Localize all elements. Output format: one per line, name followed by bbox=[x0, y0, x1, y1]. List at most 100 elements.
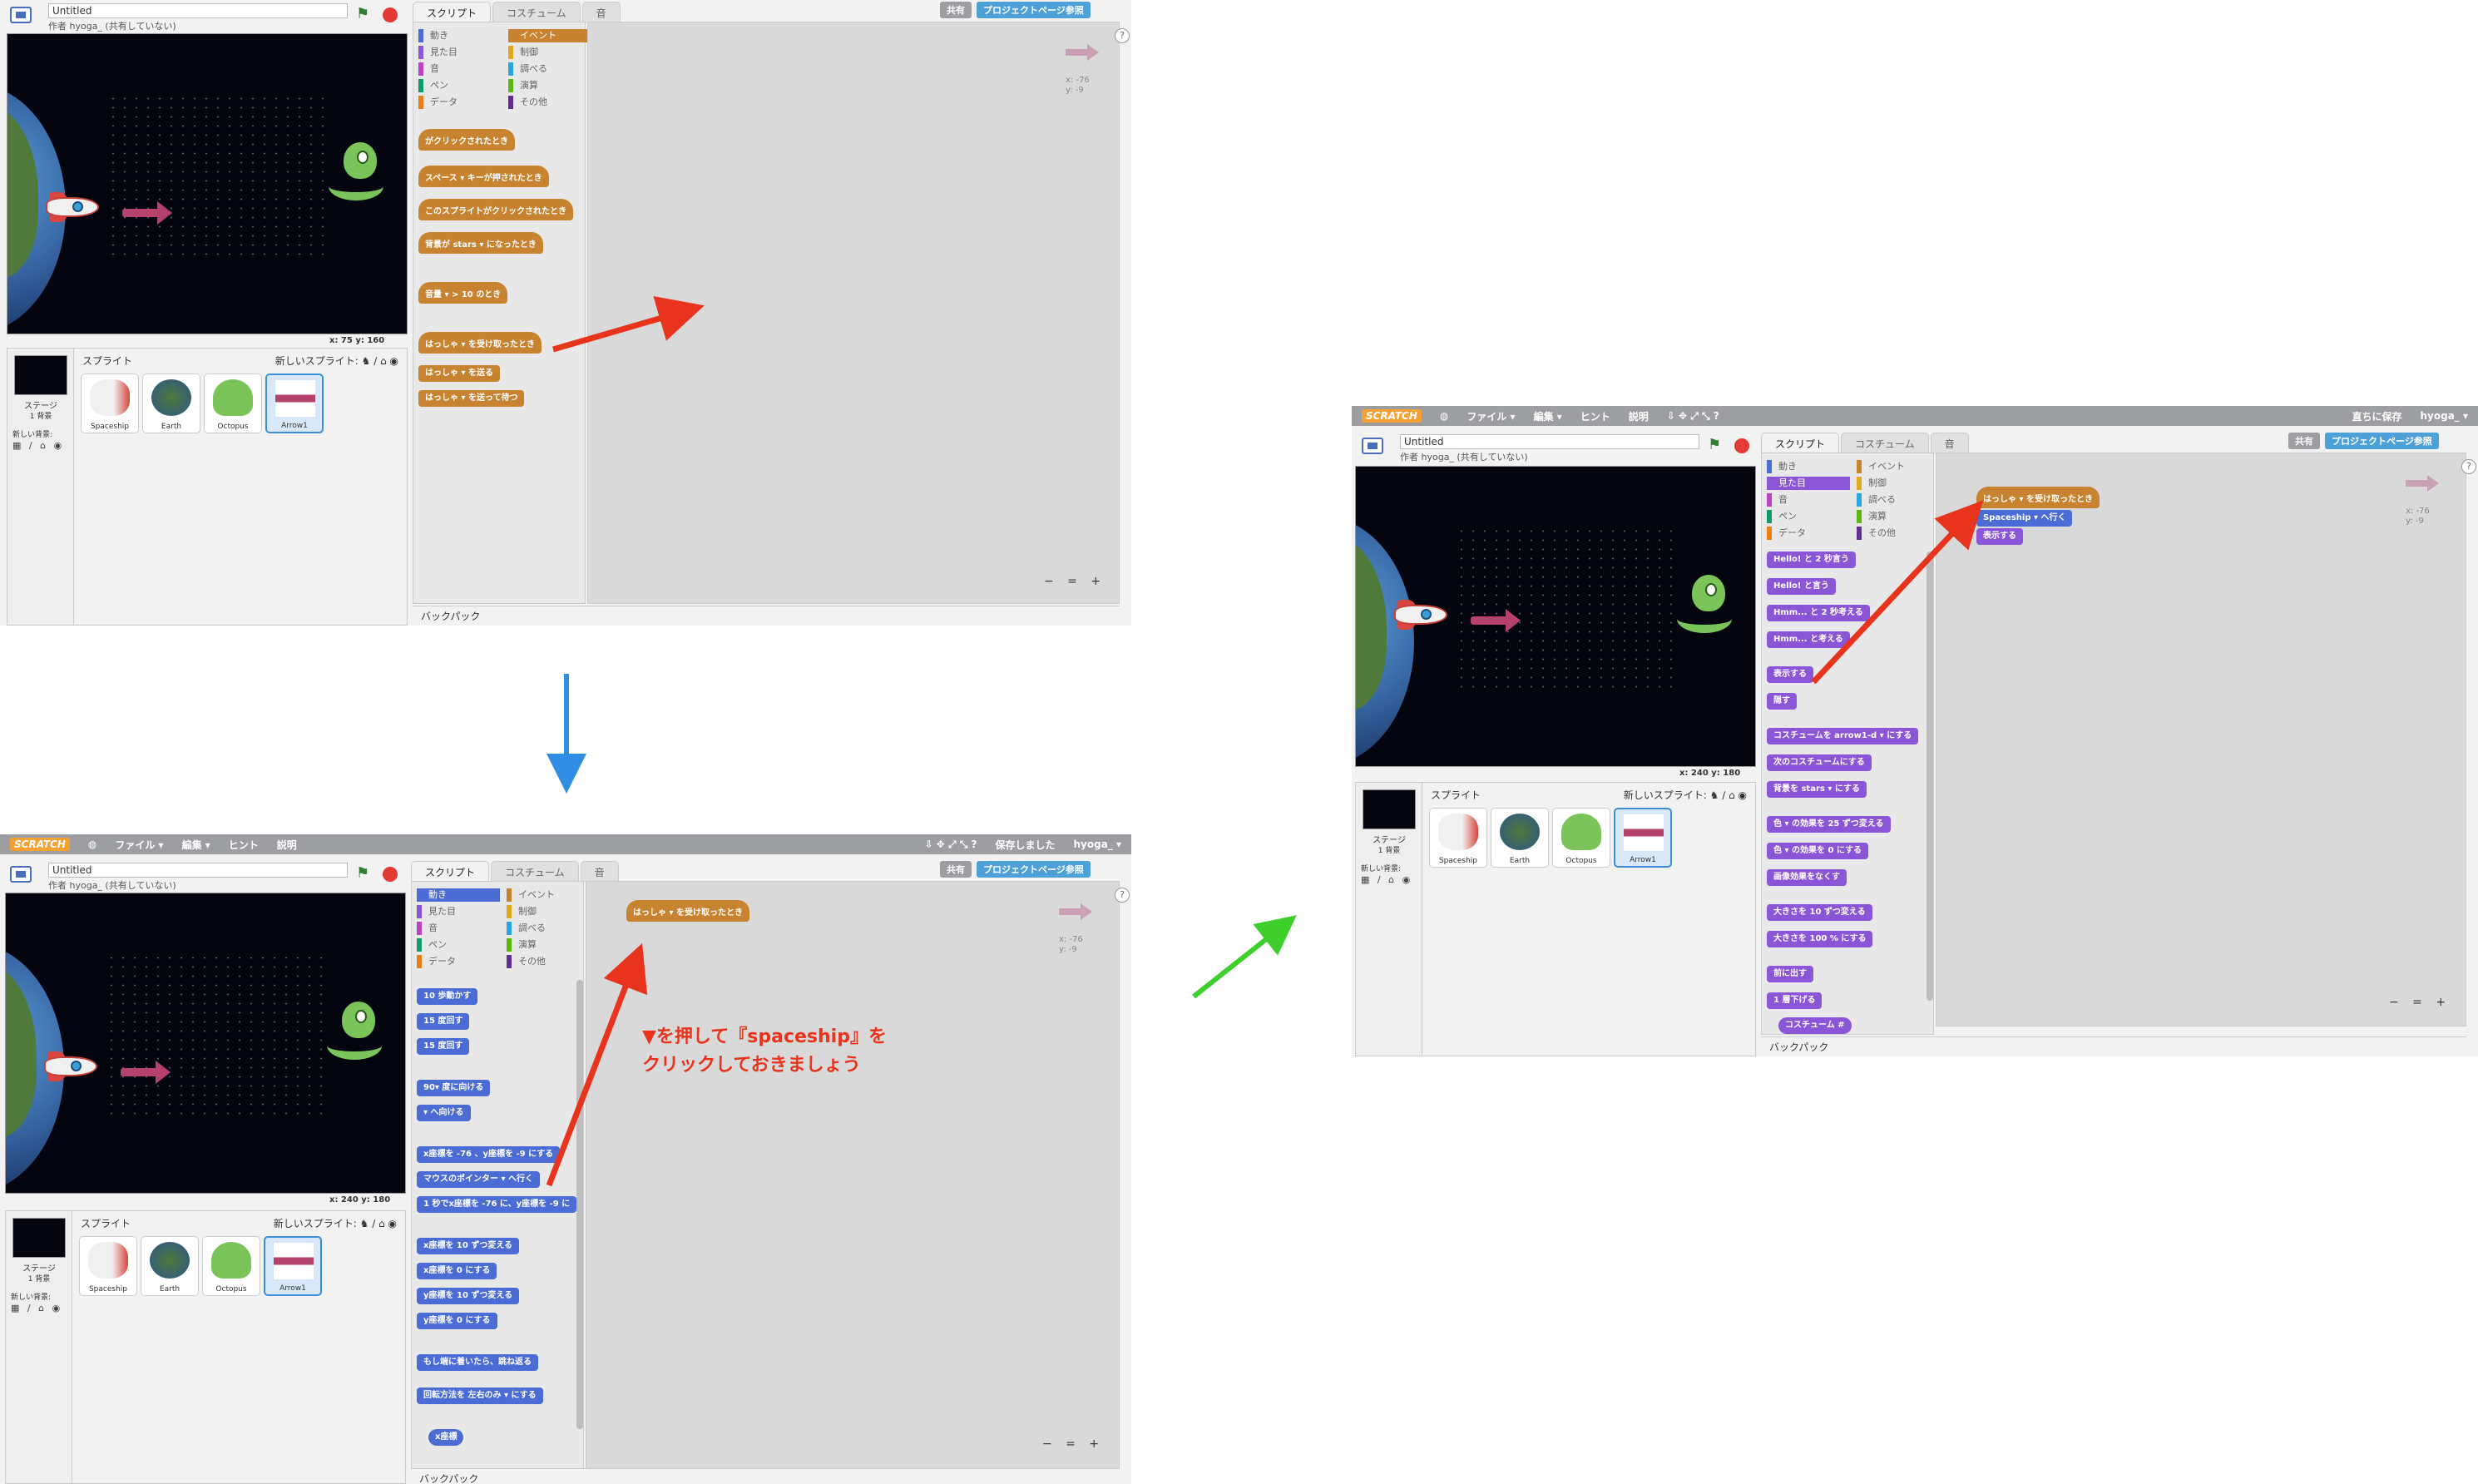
tab-costumes[interactable]: コスチューム bbox=[491, 861, 579, 883]
category-control[interactable]: 制御 bbox=[507, 905, 590, 918]
block-turn-right[interactable]: 15 度回す bbox=[417, 1013, 470, 1030]
script-area[interactable]: はっしゃ ▾ を受け取ったとき Spaceship ▾ へ行く 表示する x: … bbox=[1936, 453, 2466, 1026]
menu-about[interactable]: 説明 bbox=[277, 838, 297, 852]
stage[interactable] bbox=[5, 893, 406, 1194]
project-page-button[interactable]: プロジェクトページ参照 bbox=[977, 2, 1091, 18]
help-icon[interactable]: ? bbox=[1115, 28, 1130, 43]
menu-edit[interactable]: 編集 ▾ bbox=[1534, 409, 1562, 423]
block-hide[interactable]: 隠す bbox=[1767, 693, 1797, 710]
stop-icon[interactable] bbox=[1734, 438, 1749, 453]
block-change-size[interactable]: 大きさを 10 ずつ変える bbox=[1767, 904, 1872, 921]
backpack[interactable]: バックパック bbox=[413, 606, 1120, 622]
zoom-controls[interactable]: − = + bbox=[1042, 1437, 1104, 1451]
block-think-for-secs[interactable]: Hmm... と 2 秒考える bbox=[1767, 605, 1870, 621]
block-say-for-secs[interactable]: Hello! と 2 秒言う bbox=[1767, 552, 1856, 568]
project-title-input[interactable]: Untitled bbox=[48, 863, 348, 878]
block-switch-backdrop[interactable]: 背景を stars ▾ にする bbox=[1767, 781, 1867, 798]
block-costume-number[interactable]: コスチューム # bbox=[1778, 1017, 1852, 1034]
green-flag-icon[interactable]: ⚑ bbox=[356, 5, 369, 22]
category-data[interactable]: データ bbox=[418, 96, 502, 109]
block-when-receive[interactable]: はっしゃ ▾ を受け取ったとき bbox=[418, 332, 542, 354]
stage-thumbnail[interactable]: ステージ 1 背景 新しい背景: ▦ ∕ ⌂ ◉ bbox=[6, 1211, 72, 1483]
tab-costumes[interactable]: コスチューム bbox=[492, 2, 581, 23]
block-go-to[interactable]: マウスのポインター ▾ へ行く bbox=[417, 1171, 540, 1188]
category-more[interactable]: その他 bbox=[507, 955, 590, 968]
category-sensing[interactable]: 調べる bbox=[507, 922, 590, 935]
share-button[interactable]: 共有 bbox=[2288, 433, 2320, 449]
block-set-y[interactable]: y座標を 0 にする bbox=[417, 1313, 497, 1329]
category-operators[interactable]: 演算 bbox=[508, 79, 591, 92]
category-events[interactable]: イベント bbox=[1857, 460, 1940, 473]
presentation-mode-icon[interactable] bbox=[10, 7, 32, 23]
category-sound[interactable]: 音 bbox=[418, 62, 502, 76]
block-think[interactable]: Hmm... と考える bbox=[1767, 631, 1850, 648]
block-when-flag-clicked[interactable]: がクリックされたとき bbox=[418, 129, 515, 151]
category-motion[interactable]: 動き bbox=[417, 888, 500, 902]
block-broadcast[interactable]: はっしゃ ▾ を送る bbox=[418, 365, 500, 382]
block-go-to-front[interactable]: 前に出す bbox=[1767, 966, 1813, 982]
new-sprite-icons[interactable]: ♞ ∕ ⌂ ◉ bbox=[362, 355, 398, 367]
menu-file[interactable]: ファイル ▾ bbox=[115, 838, 163, 852]
category-data[interactable]: データ bbox=[417, 955, 500, 968]
sprite-tile-arrow1[interactable]: Arrow1 bbox=[1614, 808, 1672, 868]
category-data[interactable]: データ bbox=[1767, 527, 1850, 540]
category-more[interactable]: その他 bbox=[508, 96, 591, 109]
menu-tips[interactable]: ヒント bbox=[1580, 409, 1610, 423]
block-go-back-layers[interactable]: 1 層下げる bbox=[1767, 992, 1823, 1009]
user-menu[interactable]: hyoga_ ▾ bbox=[1074, 838, 1122, 850]
script-show[interactable]: 表示する bbox=[1976, 528, 2023, 545]
block-bounce[interactable]: もし端に着いたら、跳ね返る bbox=[417, 1354, 538, 1371]
project-page-button[interactable]: プロジェクトページ参照 bbox=[2325, 433, 2439, 449]
category-sound[interactable]: 音 bbox=[417, 922, 500, 935]
tab-scripts[interactable]: スクリプト bbox=[411, 861, 490, 883]
new-sprite-icons[interactable]: ♞ ∕ ⌂ ◉ bbox=[1710, 789, 1747, 801]
tab-sounds[interactable]: 音 bbox=[1930, 433, 1969, 454]
project-page-button[interactable]: プロジェクトページ参照 bbox=[977, 861, 1091, 878]
menu-file[interactable]: ファイル ▾ bbox=[1467, 409, 1515, 423]
octopus-sprite[interactable] bbox=[329, 142, 383, 200]
new-sprite-icons[interactable]: ♞ ∕ ⌂ ◉ bbox=[360, 1218, 397, 1229]
category-sensing[interactable]: 調べる bbox=[508, 62, 591, 76]
scratch-logo[interactable]: SCRATCH bbox=[10, 838, 70, 851]
script-area[interactable]: はっしゃ ▾ を受け取ったとき x: -76 y: -9 − = + bbox=[586, 881, 1120, 1472]
palette-scrollbar[interactable] bbox=[576, 980, 583, 1429]
backpack[interactable]: バックパック bbox=[411, 1468, 1120, 1484]
category-control[interactable]: 制御 bbox=[508, 46, 591, 59]
category-motion[interactable]: 動き bbox=[1767, 460, 1850, 473]
menu-edit[interactable]: 編集 ▾ bbox=[182, 838, 210, 852]
block-move-steps[interactable]: 10 歩動かす bbox=[417, 988, 478, 1005]
tab-costumes[interactable]: コスチューム bbox=[1841, 433, 1929, 454]
project-title-input[interactable]: Untitled bbox=[48, 3, 348, 18]
block-point-towards[interactable]: ▾ へ向ける bbox=[417, 1105, 471, 1121]
new-backdrop-icons[interactable]: ▦ ∕ ⌂ ◉ bbox=[11, 1303, 62, 1313]
octopus-sprite[interactable] bbox=[1677, 575, 1732, 633]
sprite-tile-earth[interactable]: Earth bbox=[141, 1236, 199, 1296]
stop-icon[interactable] bbox=[383, 7, 398, 22]
block-x-position[interactable]: x座標 bbox=[428, 1429, 464, 1446]
script-when-receive[interactable]: はっしゃ ▾ を受け取ったとき bbox=[1976, 487, 2100, 508]
category-sensing[interactable]: 調べる bbox=[1857, 493, 1940, 507]
category-pen[interactable]: ペン bbox=[417, 938, 500, 952]
earth-sprite[interactable] bbox=[1356, 517, 1414, 766]
zoom-controls[interactable]: − = + bbox=[2389, 996, 2451, 1009]
save-now-link[interactable]: 直ちに保存 bbox=[2352, 409, 2401, 423]
category-more[interactable]: その他 bbox=[1857, 527, 1940, 540]
block-next-costume[interactable]: 次のコスチュームにする bbox=[1767, 754, 1872, 771]
backpack[interactable]: バックパック bbox=[1761, 1036, 2466, 1053]
new-backdrop-icons[interactable]: ▦ ∕ ⌂ ◉ bbox=[12, 440, 64, 451]
sprite-tile-earth[interactable]: Earth bbox=[1491, 808, 1549, 868]
block-when-backdrop-switches[interactable]: 背景が stars ▾ になったとき bbox=[418, 232, 543, 254]
tab-sounds[interactable]: 音 bbox=[580, 861, 619, 883]
globe-icon[interactable]: ◍ bbox=[1440, 410, 1448, 422]
project-title-input[interactable]: Untitled bbox=[1400, 434, 1699, 449]
category-pen[interactable]: ペン bbox=[418, 79, 502, 92]
block-broadcast-and-wait[interactable]: はっしゃ ▾ を送って待つ bbox=[418, 390, 525, 407]
sprite-tile-spaceship[interactable]: Spaceship bbox=[1429, 808, 1487, 868]
sprite-tile-spaceship[interactable]: Spaceship bbox=[81, 373, 139, 433]
octopus-sprite[interactable] bbox=[327, 1002, 382, 1060]
user-menu[interactable]: hyoga_ ▾ bbox=[2421, 410, 2469, 422]
menu-about[interactable]: 説明 bbox=[1629, 409, 1649, 423]
green-flag-icon[interactable]: ⚑ bbox=[1708, 436, 1721, 453]
block-change-y[interactable]: y座標を 10 ずつ変える bbox=[417, 1288, 520, 1304]
arrow1-sprite[interactable] bbox=[1471, 609, 1521, 632]
